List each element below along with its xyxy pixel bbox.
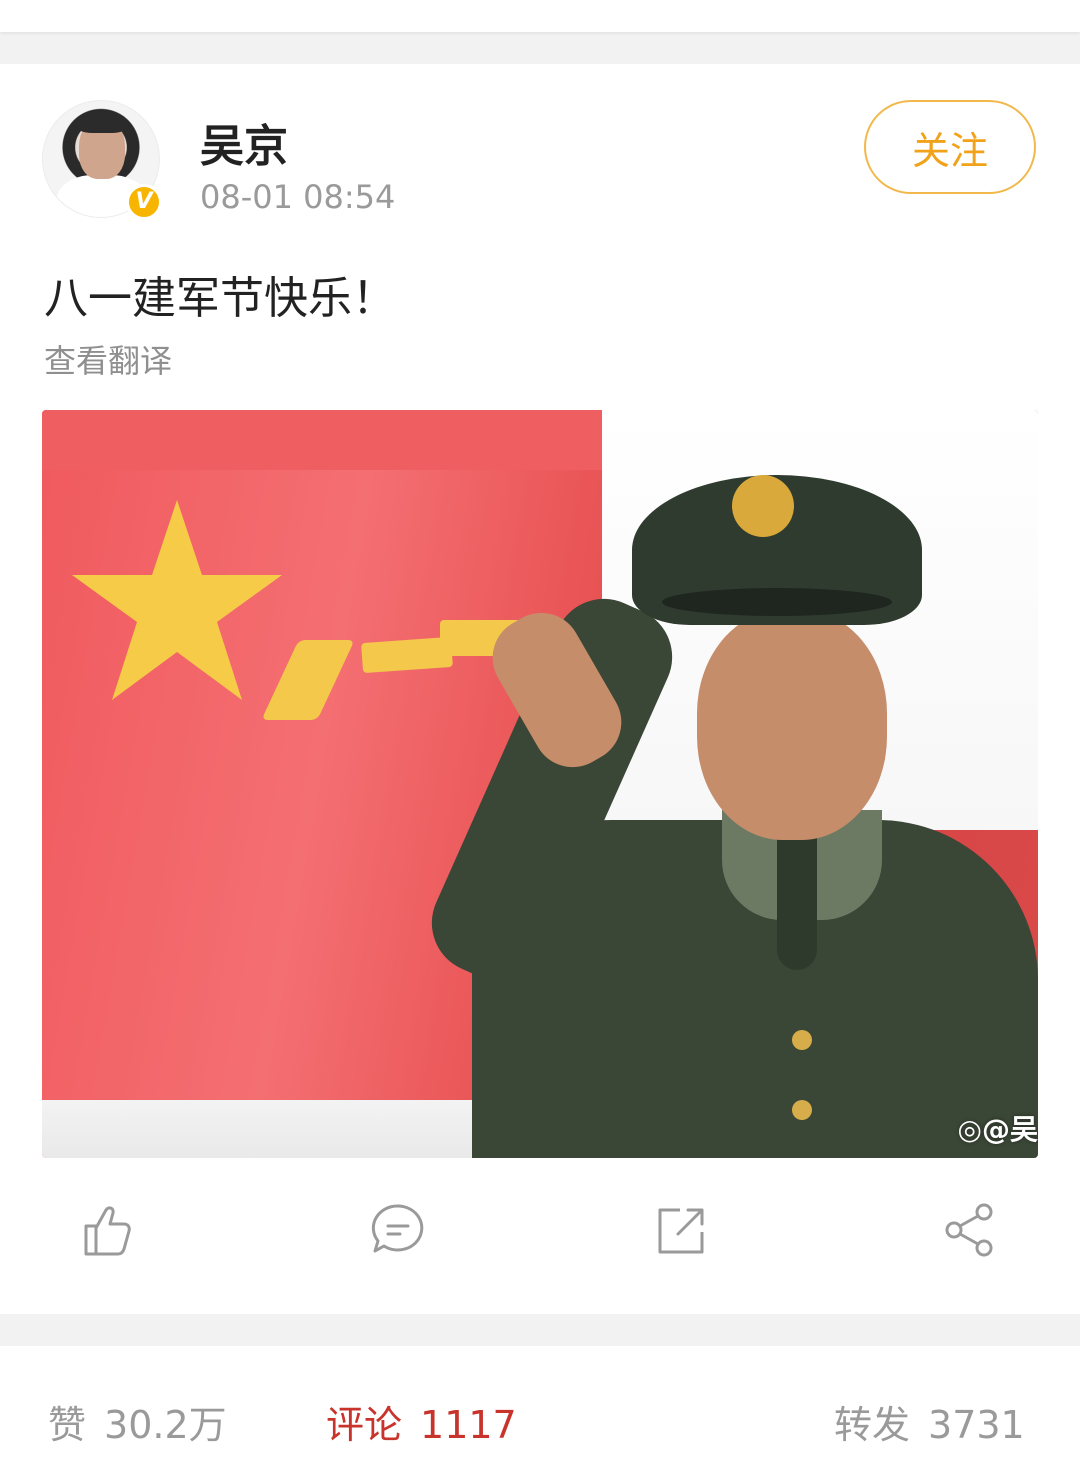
comment-icon[interactable] [368, 1200, 428, 1260]
uniform-tie [777, 830, 817, 970]
watermark-text: @吴 [981, 1113, 1038, 1146]
flag-star-icon [72, 500, 282, 700]
uniform-button [792, 1100, 812, 1120]
reposts-count: 3731 [928, 1403, 1025, 1447]
avatar-hair [77, 111, 127, 133]
post-timestamp: 08-01 08:54 [200, 178, 396, 216]
post-image[interactable]: ◎@吴 [42, 410, 1038, 1158]
share-nodes-icon[interactable] [940, 1200, 1000, 1260]
likes-tab[interactable]: 赞 30.2万 [48, 1394, 227, 1449]
author-name[interactable]: 吴京 [200, 110, 288, 174]
comments-label: 评论 [326, 1403, 403, 1447]
post-text: 八一建军节快乐！ [44, 273, 396, 324]
follow-button[interactable]: 关注 [864, 100, 1036, 194]
weibo-watermark-icon: ◎ [957, 1113, 982, 1146]
reposts-label: 转发 [834, 1403, 911, 1447]
comments-count: 1117 [420, 1403, 517, 1447]
share-external-icon[interactable] [652, 1200, 712, 1260]
section-divider [0, 1314, 1080, 1346]
uniform-button [792, 1030, 812, 1050]
cap-visor [662, 588, 892, 616]
stats-tab-bar: 赞 30.2万 评论 1117 转发 3731 [0, 1346, 1080, 1459]
likes-count: 30.2万 [104, 1403, 227, 1447]
image-watermark: ◎@吴 [958, 1108, 1038, 1148]
soldier-face [697, 610, 887, 840]
cap-badge-icon [732, 475, 794, 537]
top-bar [0, 0, 1080, 32]
post-action-bar [0, 1190, 1080, 1290]
verified-badge-icon: V [126, 184, 162, 220]
reposts-tab[interactable]: 转发 3731 [834, 1394, 1025, 1449]
thumbs-up-icon[interactable] [78, 1200, 138, 1260]
view-translation-link[interactable]: 查看翻译 [44, 336, 172, 382]
comments-tab[interactable]: 评论 1117 [326, 1394, 517, 1449]
likes-label: 赞 [48, 1403, 87, 1447]
